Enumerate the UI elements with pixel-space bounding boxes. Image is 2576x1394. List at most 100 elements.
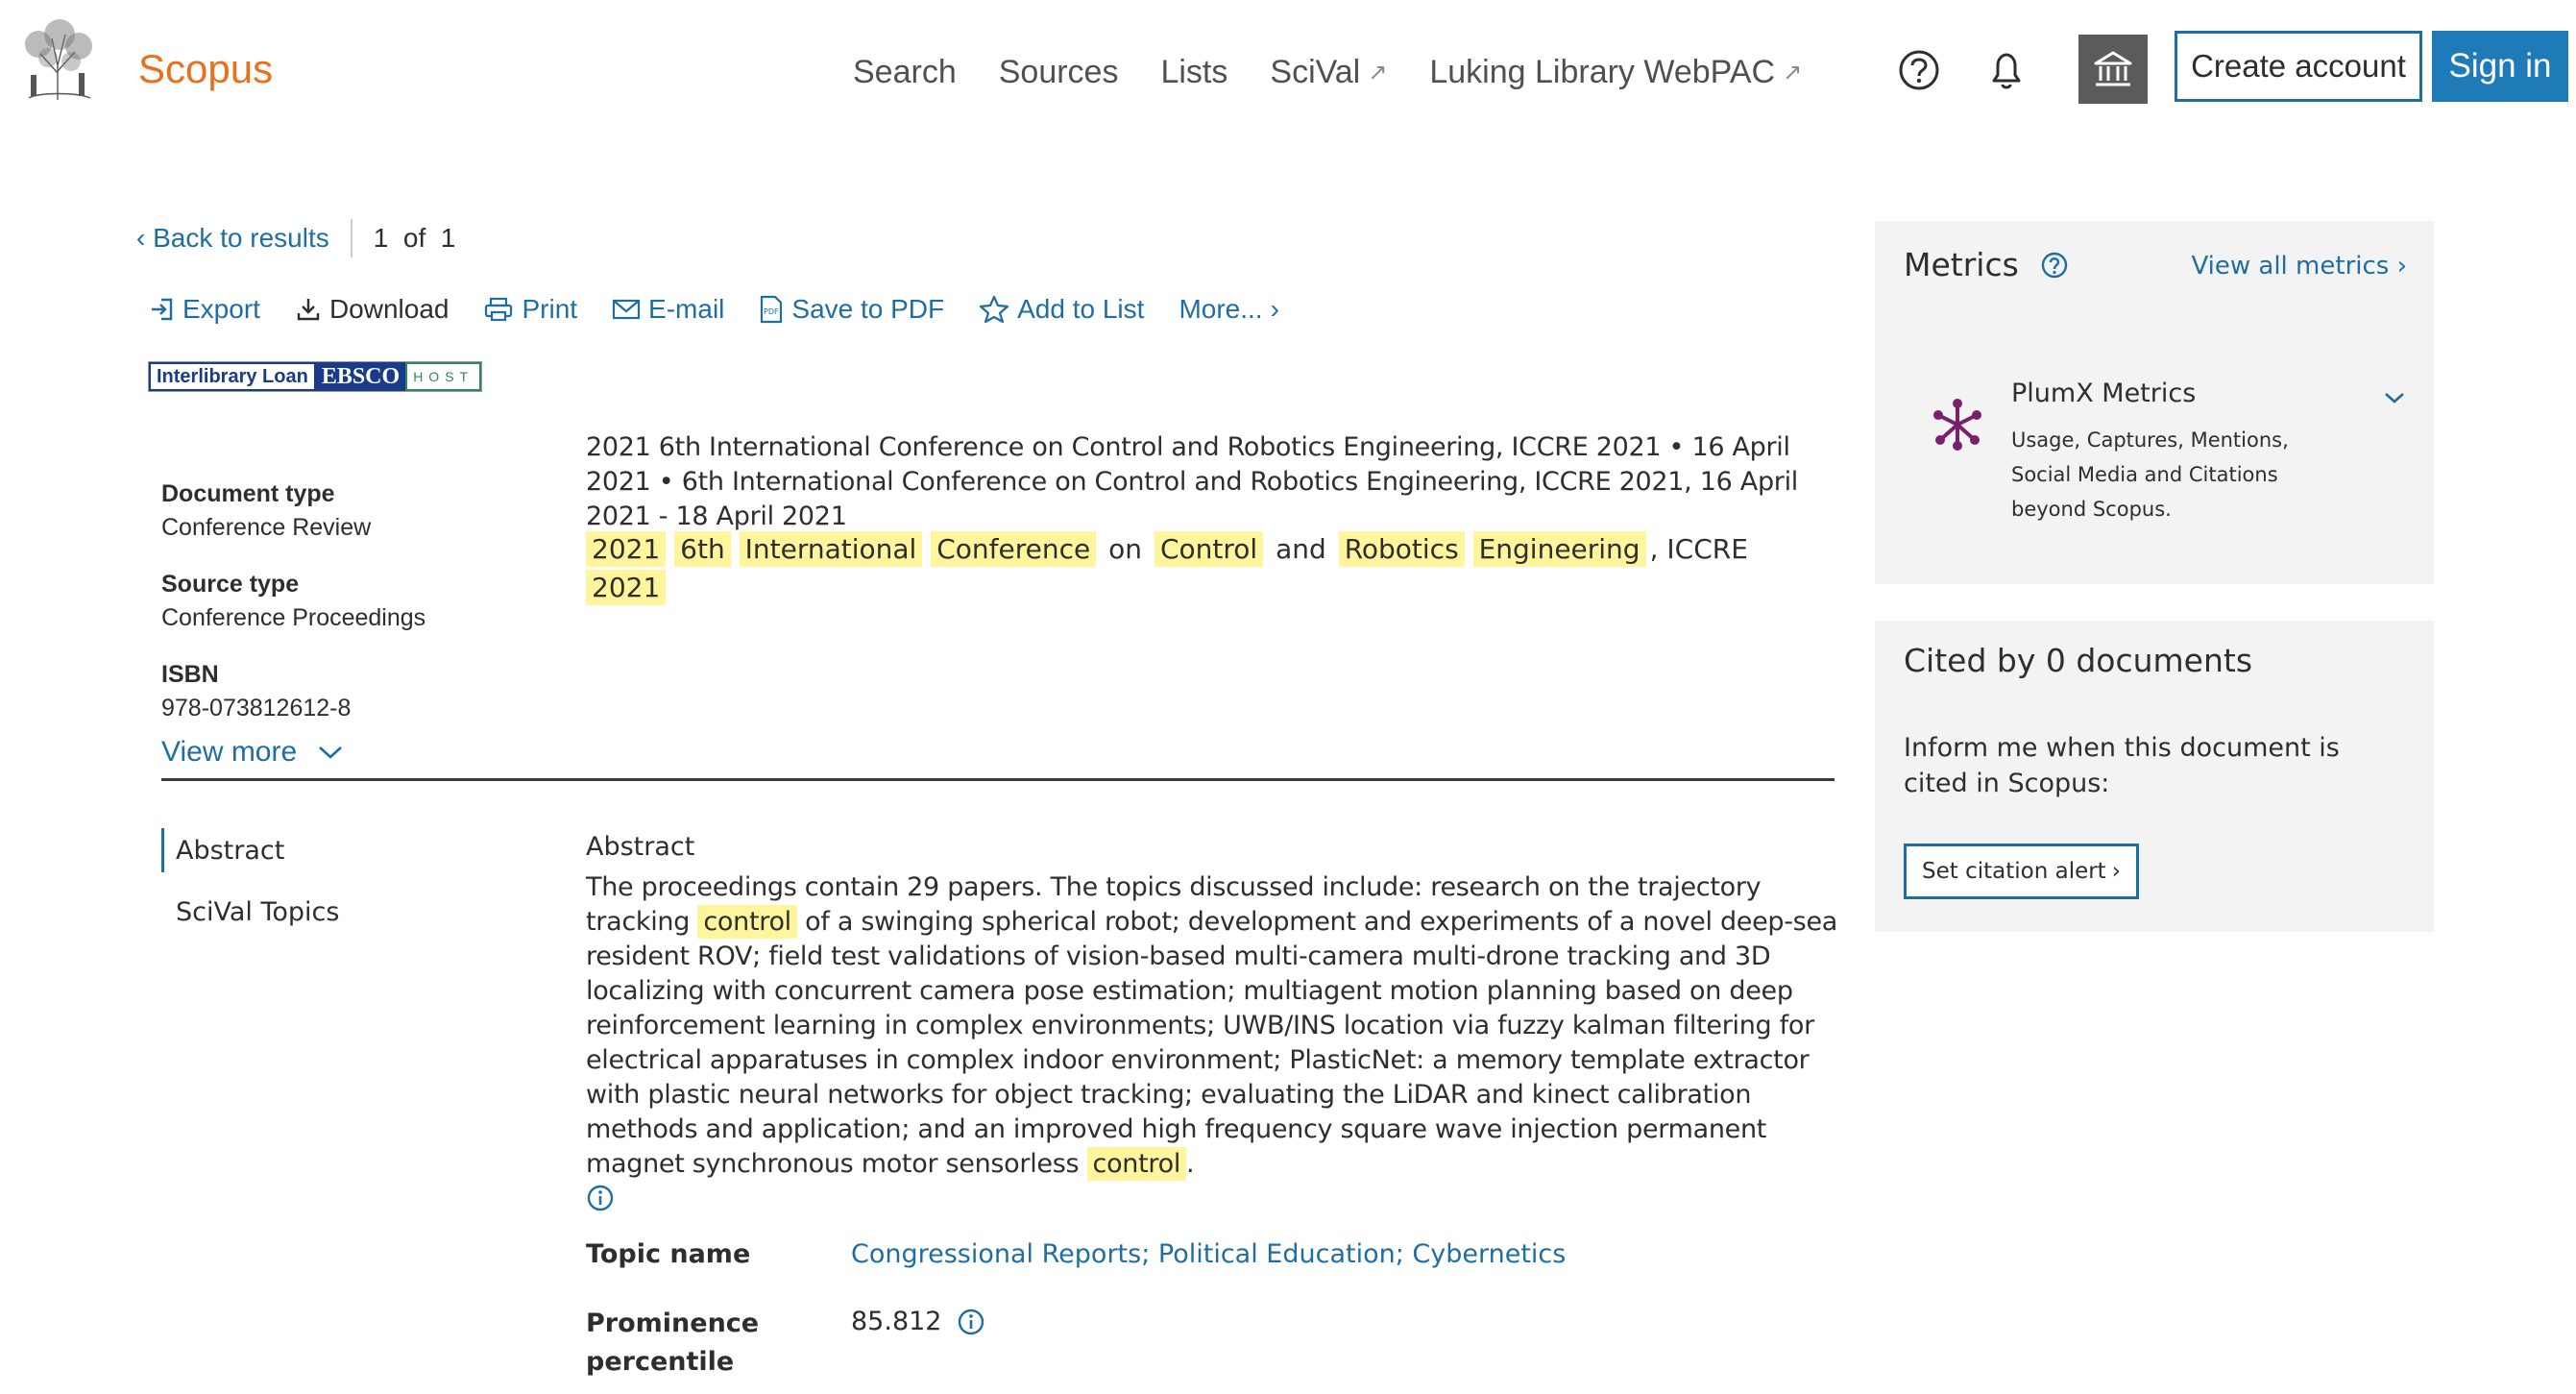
elsevier-logo[interactable] <box>10 15 106 104</box>
title-token: and <box>1276 533 1326 565</box>
source-type-label: Source type <box>161 571 300 598</box>
svg-text:PDF: PDF <box>764 307 779 316</box>
download-label: Download <box>328 294 450 324</box>
isbn-label: ISBN <box>161 661 219 688</box>
create-account-button[interactable]: Create account <box>2175 31 2422 102</box>
save-to-pdf-button[interactable]: PDF Save to PDF <box>759 294 944 325</box>
email-button[interactable]: E-mail <box>612 294 724 325</box>
abstract-text: The proceedings contain 29 papers. The t… <box>586 870 1844 1182</box>
export-icon <box>152 298 173 321</box>
ebsco-host-link[interactable]: EBSCO HOST <box>315 362 482 391</box>
nav-search[interactable]: Search <box>853 54 957 91</box>
view-more-label: View more <box>161 736 298 768</box>
email-label: E-mail <box>648 294 725 324</box>
plumx-icon <box>1931 398 1984 456</box>
back-label: Back to results <box>153 223 329 253</box>
help-icon[interactable] <box>2040 251 2069 280</box>
export-button[interactable]: Export <box>148 294 260 325</box>
document-type-value: Conference Review <box>161 514 372 541</box>
nav-sources[interactable]: Sources <box>999 54 1119 91</box>
sign-in-button[interactable]: Sign in <box>2432 31 2568 102</box>
tab-scival-label: SciVal Topics <box>176 897 340 927</box>
section-tabs: Abstract SciVal Topics <box>161 828 339 927</box>
document-metadata: Document type Conference Review Source t… <box>161 480 546 751</box>
view-all-label: View all metrics <box>2191 252 2390 281</box>
title-highlight-token: Conference <box>931 531 1097 567</box>
source-type-value: Conference Proceedings <box>161 604 426 631</box>
topic-name-link[interactable]: Congressional Reports; Political Educati… <box>851 1239 1566 1269</box>
section-divider <box>161 778 1835 781</box>
divider <box>350 219 352 257</box>
source-info: 2021 6th International Conference on Con… <box>586 432 1798 531</box>
external-link-icon: ↗ <box>1368 60 1388 86</box>
add-to-list-button[interactable]: Add to List <box>979 294 1144 325</box>
title-highlight-token: 6th <box>674 531 731 567</box>
title-highlight-token: 2021 <box>586 570 667 605</box>
search-highlight: control <box>697 905 797 939</box>
more-button[interactable]: More... › <box>1179 294 1278 325</box>
chevron-right-icon: › <box>2396 252 2407 281</box>
library-links: Interlibrary Loan EBSCO HOST <box>148 361 483 392</box>
chevron-right-icon: › <box>1270 294 1279 324</box>
nav-library-webpac[interactable]: Luking Library WebPAC ↗ <box>1429 54 1802 91</box>
save-pdf-label: Save to PDF <box>791 294 945 324</box>
tab-abstract[interactable]: Abstract <box>161 828 339 872</box>
institution-icon[interactable] <box>2078 35 2148 104</box>
abstract-part: of a swinging spherical robot; developme… <box>586 907 1838 1179</box>
interlibrary-loan-link[interactable]: Interlibrary Loan <box>149 362 316 391</box>
print-button[interactable]: Print <box>483 294 577 325</box>
help-icon[interactable] <box>1897 48 1941 92</box>
plumx-description: Usage, Captures, Mentions, Social Media … <box>2011 428 2289 521</box>
title-token: on <box>1108 533 1143 565</box>
prominence-label: Prominence percentile <box>586 1308 760 1377</box>
cited-by-panel: Cited by 0 documents Inform me when this… <box>1875 621 2434 932</box>
title-token: , ICCRE <box>1649 533 1748 565</box>
email-icon <box>612 299 641 320</box>
add-list-label: Add to List <box>1017 294 1145 324</box>
metrics-title-text: Metrics <box>1904 246 2019 283</box>
title-highlight-token: Robotics <box>1338 531 1465 567</box>
nav-search-label: Search <box>853 54 957 90</box>
nav-scival-label: SciVal <box>1270 54 1361 90</box>
view-more-button[interactable]: View more <box>161 736 345 769</box>
prominence-number: 85.812 <box>851 1307 942 1336</box>
nav-lists-label: Lists <box>1160 54 1228 90</box>
info-icon[interactable] <box>586 1184 615 1217</box>
nav-sources-label: Sources <box>998 54 1119 90</box>
title-highlight-token: Engineering <box>1472 531 1646 567</box>
cited-by-title: Cited by 0 documents <box>1904 642 2253 679</box>
view-all-metrics-link[interactable]: View all metrics › <box>2191 252 2407 281</box>
cited-by-description: Inform me when this document is cited in… <box>1904 733 2340 798</box>
plumx-title[interactable]: PlumX Metrics <box>2011 379 2196 408</box>
set-citation-alert-label: Set citation alert <box>1922 859 2106 884</box>
export-label: Export <box>182 294 260 324</box>
prominence-value: 85.812 <box>851 1307 985 1336</box>
print-icon <box>485 297 513 322</box>
chevron-down-icon[interactable] <box>2382 388 2407 412</box>
chevron-down-icon <box>319 746 343 759</box>
external-link-icon: ↗ <box>1783 60 1803 86</box>
scopus-brand[interactable]: Scopus <box>138 46 273 92</box>
star-icon <box>980 295 1009 324</box>
info-icon[interactable] <box>957 1308 985 1336</box>
document-actions: Export Download Print E-mail PDF Save to… <box>148 294 1314 325</box>
back-to-results-link[interactable]: ‹ Back to results <box>136 223 329 254</box>
nav-library-label: Luking Library WebPAC <box>1429 54 1776 90</box>
top-navigation: Search Sources Lists SciVal ↗ Luking Libr… <box>853 54 1844 91</box>
topic-name-label: Topic name <box>586 1239 751 1269</box>
more-label: More... <box>1179 294 1263 324</box>
metrics-title: Metrics <box>1904 246 2069 283</box>
results-navigation: ‹ Back to results 1 of 1 <box>136 219 455 257</box>
title-highlight-token: International <box>739 531 923 567</box>
tab-scival-topics[interactable]: SciVal Topics <box>161 897 339 927</box>
host-logo: HOST <box>405 362 482 391</box>
abstract-heading: Abstract <box>586 832 695 862</box>
download-icon <box>297 299 320 321</box>
bell-icon[interactable] <box>1984 48 2029 92</box>
set-citation-alert-button[interactable]: Set citation alert › <box>1904 844 2139 899</box>
nav-lists[interactable]: Lists <box>1160 54 1227 91</box>
print-label: Print <box>522 294 578 324</box>
download-button[interactable]: Download <box>295 294 450 325</box>
nav-scival[interactable]: SciVal ↗ <box>1270 54 1387 91</box>
chevron-left-icon: ‹ <box>136 223 154 253</box>
